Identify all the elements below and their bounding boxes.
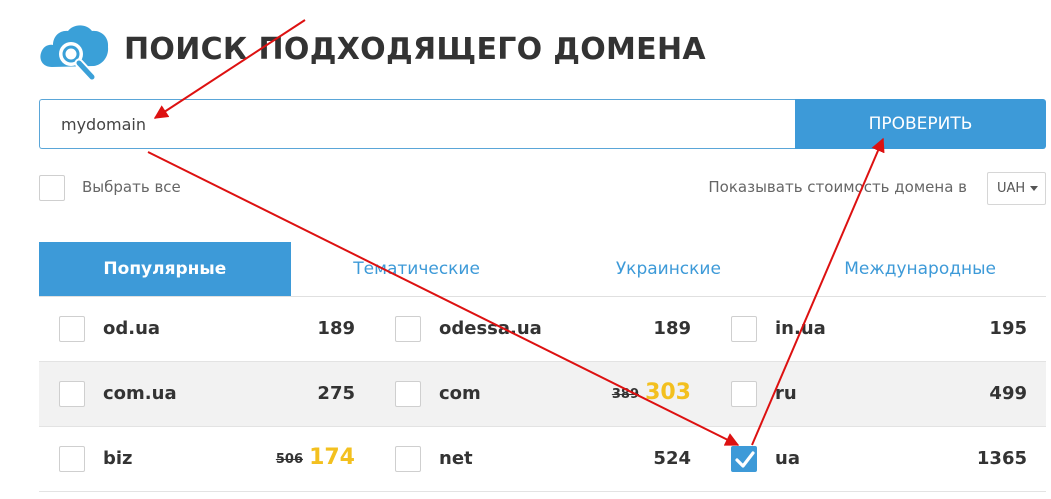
domain-name: com.ua: [103, 383, 177, 404]
domain-name: com: [439, 383, 481, 404]
domain-item: net 524: [375, 427, 711, 491]
select-all-label: Выбрать все: [82, 178, 181, 196]
domain-item: ru 499: [711, 362, 1047, 426]
domain-grid: od.ua 189 odessa.ua 189 in.ua 195 com.ua…: [39, 297, 1046, 492]
table-row: od.ua 189 odessa.ua 189 in.ua 195: [39, 297, 1046, 362]
table-row: com.ua 275 com 389 303 ru 499: [39, 362, 1046, 427]
domain-name: in.ua: [775, 318, 826, 339]
page-title: ПОИСК ПОДХОДЯЩЕГО ДОМЕНА: [124, 32, 706, 67]
domain-sale-price: 174: [309, 445, 355, 470]
domain-category-tabs: Популярные Тематические Украинские Между…: [39, 242, 1046, 297]
domain-search-input[interactable]: mydomain: [39, 99, 796, 149]
domain-price: 275: [317, 383, 355, 404]
domain-item: com.ua 275: [39, 362, 375, 426]
tab-international[interactable]: Международные: [794, 242, 1046, 296]
domain-old-price: 389: [611, 387, 639, 402]
domain-name: ru: [775, 383, 797, 404]
domain-checkbox[interactable]: [59, 316, 85, 342]
domain-item: biz 506 174: [39, 427, 375, 491]
domain-checkbox[interactable]: [731, 381, 757, 407]
domain-price: 195: [989, 318, 1027, 339]
domain-checkbox[interactable]: [395, 316, 421, 342]
domain-name: ua: [775, 448, 800, 469]
domain-checkbox[interactable]: [59, 381, 85, 407]
domain-checkbox[interactable]: [395, 446, 421, 472]
currency-select[interactable]: UAH: [987, 172, 1046, 205]
check-button[interactable]: ПРОВЕРИТЬ: [795, 99, 1046, 149]
currency-label: Показывать стоимость домена в: [708, 178, 967, 196]
domain-price: 499: [989, 383, 1027, 404]
cloud-search-icon: [40, 25, 109, 82]
domain-item: ua 1365: [711, 427, 1047, 491]
domain-price: 524: [653, 448, 691, 469]
domain-item: in.ua 195: [711, 297, 1047, 361]
checkmark-icon: [735, 451, 755, 468]
domain-search-value: mydomain: [61, 114, 146, 134]
table-row: biz 506 174 net 524 ua 1365: [39, 427, 1046, 492]
domain-name: odessa.ua: [439, 318, 542, 339]
tab-thematic[interactable]: Тематические: [291, 242, 543, 296]
domain-name: od.ua: [103, 318, 161, 339]
domain-price: 189: [653, 318, 691, 339]
domain-sale-price: 303: [645, 380, 691, 405]
tab-popular[interactable]: Популярные: [39, 242, 291, 296]
domain-price: 1365: [976, 448, 1027, 469]
domain-item: odessa.ua 189: [375, 297, 711, 361]
domain-checkbox[interactable]: [395, 381, 421, 407]
domain-item: od.ua 189: [39, 297, 375, 361]
domain-price: 189: [317, 318, 355, 339]
domain-name: biz: [103, 448, 133, 469]
chevron-down-icon: [1030, 186, 1039, 191]
domain-old-price: 506: [275, 452, 303, 467]
domain-checkbox[interactable]: [731, 316, 757, 342]
domain-checkbox[interactable]: [731, 446, 757, 472]
tab-ukrainian[interactable]: Украинские: [543, 242, 795, 296]
domain-name: net: [439, 448, 473, 469]
currency-value: UAH: [997, 181, 1026, 196]
select-all-checkbox[interactable]: [39, 175, 65, 201]
domain-item: com 389 303: [375, 362, 711, 426]
domain-checkbox[interactable]: [59, 446, 85, 472]
